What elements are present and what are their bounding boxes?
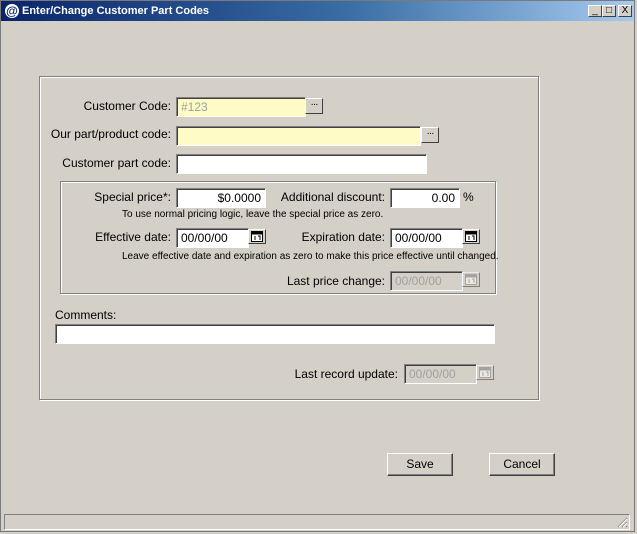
special-price-field[interactable]: $0.0000	[176, 188, 266, 208]
status-bar	[4, 514, 630, 530]
maximize-button[interactable]: □	[602, 5, 616, 17]
expiration-date-picker-button[interactable]	[462, 229, 480, 244]
expiration-date-label: Expiration date:	[301, 230, 385, 244]
ellipsis-icon: ···	[426, 128, 435, 139]
app-icon: @	[5, 4, 19, 18]
additional-discount-label: Additional discount:	[280, 190, 385, 204]
comments-field[interactable]	[55, 324, 495, 344]
effective-date-label: Effective date:	[95, 230, 171, 244]
last-price-change-picker-button	[462, 272, 480, 287]
date-note: Leave effective date and expiration as z…	[122, 251, 499, 262]
our-part-lookup-button[interactable]: ···	[421, 127, 439, 143]
last-price-change-label: Last price change:	[286, 274, 385, 288]
last-record-update-label: Last record update:	[294, 367, 398, 381]
calendar-icon	[479, 367, 491, 378]
close-button[interactable]: X	[618, 5, 632, 17]
percent-unit-label: %	[463, 190, 474, 204]
our-part-label: Our part/product code:	[50, 127, 171, 141]
effective-date-field[interactable]: 00/00/00	[176, 228, 249, 248]
last-price-change-field: 00/00/00	[390, 271, 463, 291]
customer-code-field[interactable]: #123	[176, 97, 306, 117]
expiration-date-field[interactable]: 00/00/00	[390, 228, 463, 248]
customer-code-label: Customer Code:	[83, 99, 171, 113]
our-part-field[interactable]	[176, 126, 421, 146]
additional-discount-field[interactable]: 0.00	[390, 188, 460, 208]
customer-part-field[interactable]	[176, 154, 427, 174]
special-price-label: Special price*:	[94, 190, 171, 204]
special-price-note: To use normal pricing logic, leave the s…	[122, 209, 384, 220]
customer-part-label: Customer part code:	[62, 156, 171, 170]
effective-date-picker-button[interactable]	[248, 229, 266, 244]
comments-label: Comments:	[55, 308, 117, 322]
title-bar[interactable]: @ Enter/Change Customer Part Codes _ □ X	[1, 1, 634, 21]
calendar-icon	[465, 231, 477, 242]
last-record-update-picker-button	[476, 365, 494, 380]
ellipsis-icon: ···	[310, 99, 319, 110]
resize-grip-icon[interactable]	[616, 516, 628, 528]
save-button[interactable]: Save	[387, 453, 453, 476]
last-record-update-field: 00/00/00	[404, 364, 477, 384]
calendar-icon	[465, 274, 477, 285]
calendar-icon	[251, 231, 263, 242]
window-title: Enter/Change Customer Part Codes	[22, 5, 210, 17]
customer-code-lookup-button[interactable]: ···	[305, 98, 323, 114]
cancel-button[interactable]: Cancel	[489, 453, 555, 476]
minimize-button[interactable]: _	[588, 5, 602, 17]
